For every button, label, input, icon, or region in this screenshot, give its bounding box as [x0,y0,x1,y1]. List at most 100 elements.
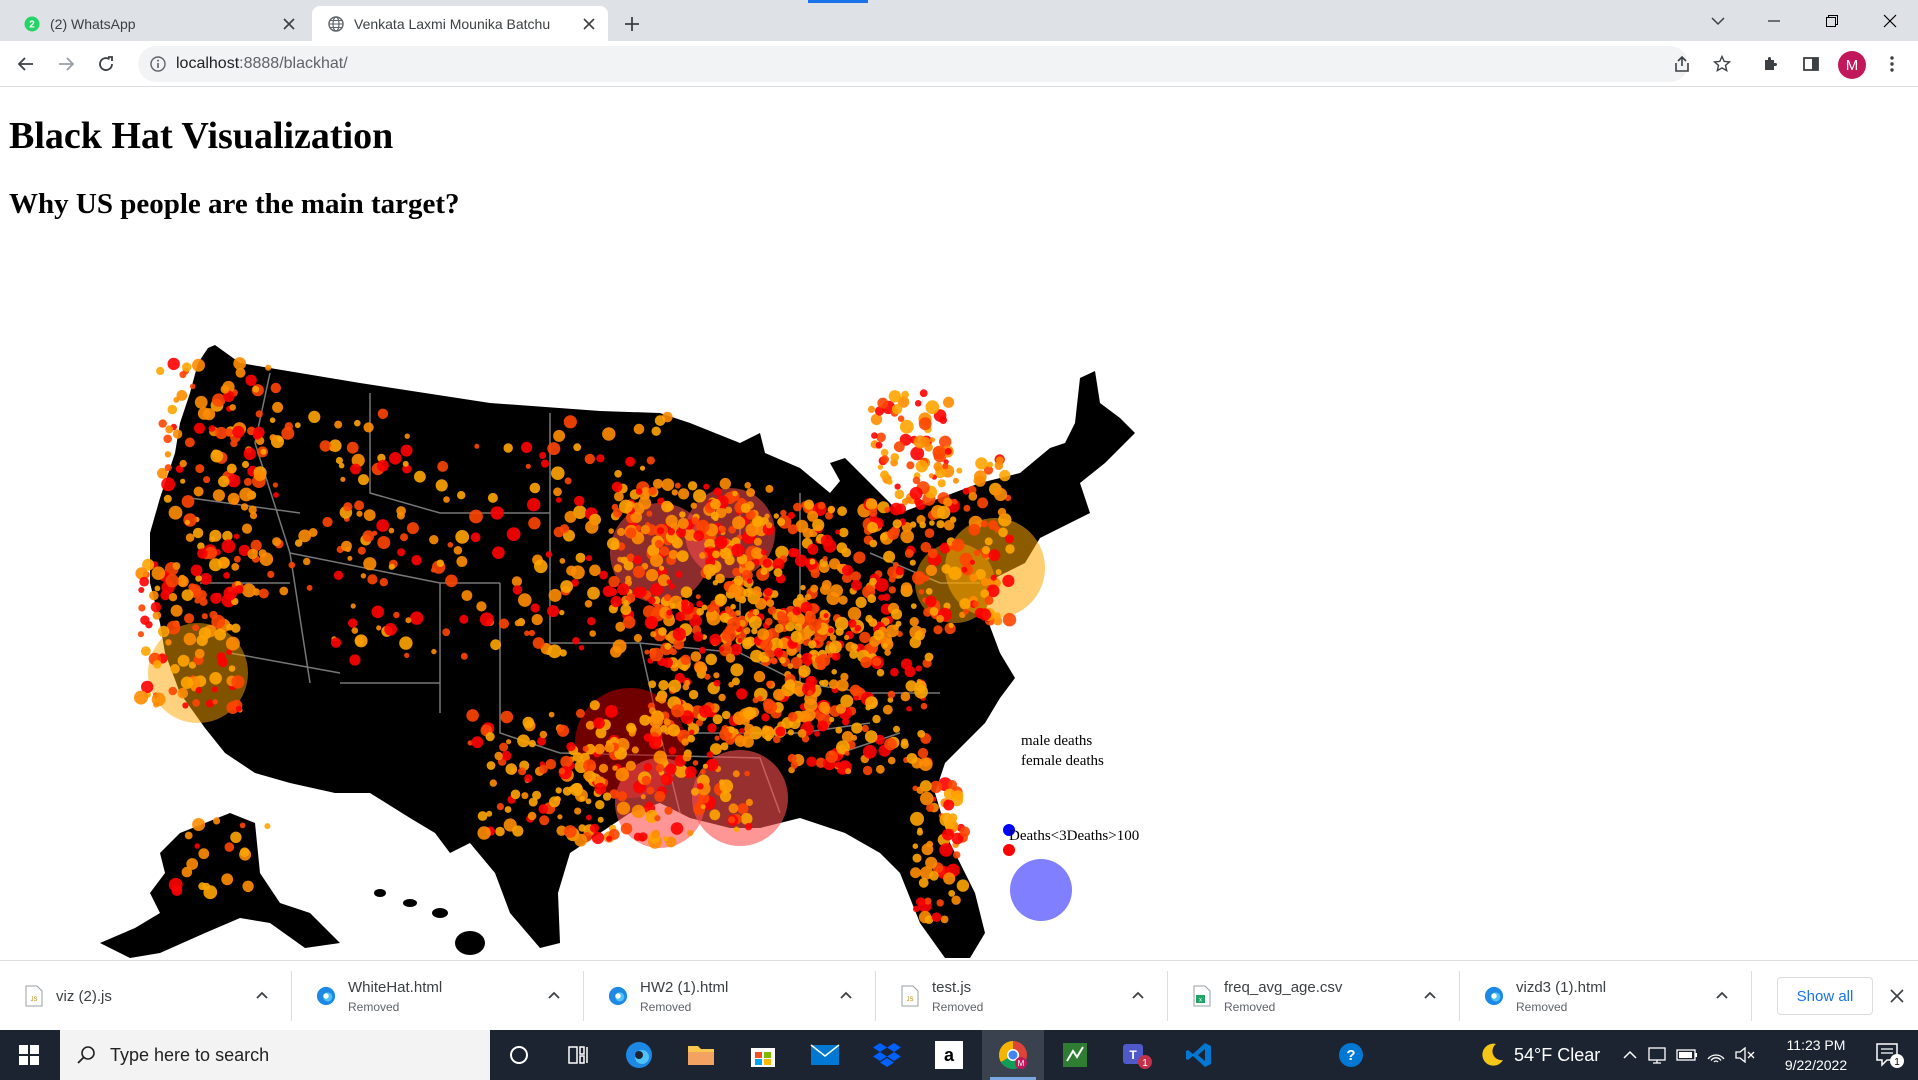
death-marker [734,735,747,747]
chevron-up-icon[interactable] [1128,985,1148,1005]
address-bar[interactable]: localhost:8888/blackhat/ [138,46,1688,82]
taskbar-dropbox[interactable] [858,1030,916,1080]
task-view-button[interactable] [550,1030,608,1080]
close-downloads-button[interactable] [1886,985,1908,1007]
death-marker [608,528,614,534]
side-panel-icon [1803,57,1819,71]
death-marker [555,787,562,794]
taskbar-edge[interactable] [610,1030,668,1080]
show-all-button[interactable]: Show all [1777,977,1873,1015]
share-button[interactable] [1666,48,1698,80]
taskbar-help[interactable]: ? [1322,1030,1380,1080]
death-marker [613,564,623,573]
clock[interactable]: 11:23 PM 9/22/2022 [1766,1035,1866,1075]
death-marker [487,492,498,503]
profile-avatar[interactable]: M [1838,51,1866,79]
mail-icon [810,1044,840,1065]
death-marker [829,558,841,570]
death-marker [547,442,561,456]
taskbar-teams[interactable]: T1 [1108,1030,1166,1080]
taskbar-search[interactable]: Type here to search [60,1030,490,1080]
forward-button[interactable] [50,48,82,80]
weather-widget[interactable]: 54°F Clear [1478,1030,1600,1080]
taskbar-amazon[interactable]: a [920,1030,978,1080]
chevron-up-icon[interactable] [1420,985,1440,1005]
taskbar-store[interactable] [734,1030,792,1080]
death-marker [505,763,518,775]
tab-active[interactable]: Venkata Laxmi Mounika Batchu [312,6,608,41]
download-item[interactable]: vizd3 (1).html Removed [1460,961,1752,1031]
death-marker [530,603,540,613]
restore-button[interactable] [1804,0,1860,41]
death-marker [828,640,842,654]
tab-whatsapp[interactable]: 2 (2) WhatsApp [8,6,308,41]
system-tray[interactable] [1622,1030,1756,1080]
cortana-button[interactable] [490,1030,548,1080]
death-marker [431,648,437,655]
minimize-button[interactable] [1746,0,1802,41]
death-marker [593,717,605,729]
death-marker [230,439,238,448]
notification-center-button[interactable]: 1 [1860,1030,1918,1080]
taskbar-file-explorer[interactable] [672,1030,730,1080]
bookmark-button[interactable] [1706,48,1738,80]
chevron-up-icon[interactable] [1712,985,1732,1005]
death-marker [149,590,159,601]
download-item[interactable]: x freq_avg_age.csv Removed [1168,961,1460,1031]
death-marker [158,625,170,638]
muted-speaker-icon[interactable] [1734,1047,1756,1063]
death-marker [649,647,663,662]
taskbar-chrome[interactable]: M [982,1030,1044,1080]
wifi-icon[interactable] [1706,1047,1726,1063]
death-marker [699,646,706,654]
death-marker [887,690,896,699]
death-marker [890,453,900,462]
edge-icon [608,986,628,1006]
chevron-up-icon[interactable] [252,985,272,1005]
extensions-button[interactable] [1755,48,1787,80]
info-icon[interactable] [150,56,166,72]
start-button[interactable] [0,1030,58,1080]
download-item[interactable]: JS test.js Removed [876,961,1168,1031]
death-marker [901,390,909,399]
death-marker [952,477,959,484]
death-marker [963,608,969,615]
download-item[interactable]: HW2 (1).html Removed [584,961,876,1031]
chevron-up-icon[interactable] [836,985,856,1005]
chevron-up-icon[interactable] [544,985,564,1005]
reload-button[interactable] [90,48,122,80]
download-item[interactable]: WhiteHat.html Removed [292,961,584,1031]
taskbar-mail[interactable] [796,1030,854,1080]
death-marker [885,624,899,638]
display-icon[interactable] [1648,1046,1668,1064]
taskbar-vscode[interactable] [1170,1030,1228,1080]
vscode-icon [1186,1043,1211,1067]
side-panel-button[interactable] [1795,48,1827,80]
death-marker [845,768,852,775]
close-tab-icon[interactable] [578,13,600,35]
close-tab-icon[interactable] [278,13,300,35]
death-marker [855,596,867,608]
death-marker [867,594,877,603]
death-marker [714,535,728,550]
death-marker [288,561,296,569]
taskbar-app[interactable] [1046,1030,1104,1080]
death-marker [406,522,419,535]
chevron-up-icon[interactable] [1622,1050,1638,1060]
close-window-button[interactable] [1862,0,1918,41]
puzzle-icon [1765,57,1777,70]
death-marker [838,527,849,538]
tab-search-button[interactable] [1690,0,1746,41]
death-marker [602,792,612,801]
death-marker [939,843,953,857]
battery-icon[interactable] [1676,1049,1698,1061]
death-marker [506,739,512,745]
death-marker [512,585,523,595]
new-tab-button[interactable] [618,10,646,38]
download-item[interactable]: JS viz (2).js [0,961,292,1031]
death-marker [730,603,736,610]
menu-button[interactable] [1876,48,1908,80]
death-marker [209,672,222,685]
death-marker [402,460,409,467]
back-button[interactable] [10,48,42,80]
